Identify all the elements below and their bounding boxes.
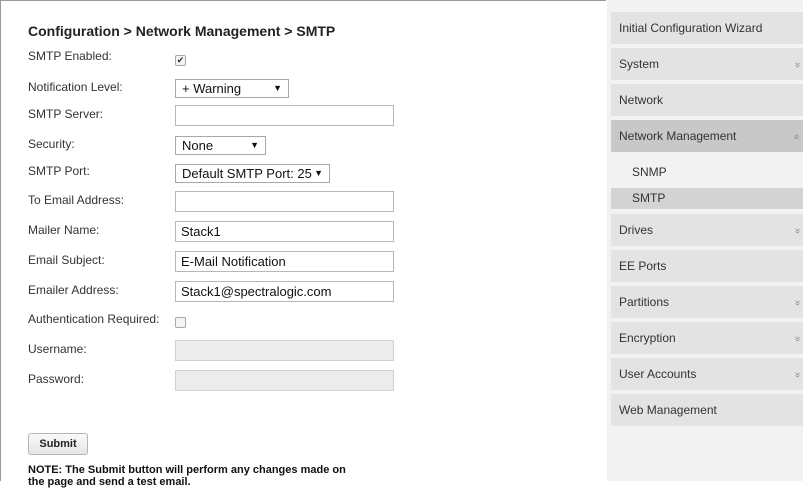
password-label: Password: (28, 372, 85, 386)
sidebar-item-web-management[interactable]: Web Management (611, 394, 803, 426)
notification-level-label: Notification Level: (28, 80, 123, 94)
chevron-down-icon[interactable]: » (790, 228, 803, 234)
username-input[interactable] (175, 340, 394, 361)
email-subject-label: Email Subject: (28, 253, 105, 267)
sidebar-item-system[interactable]: System » (611, 48, 803, 80)
sidebar-item-label: System (619, 57, 660, 71)
sidebar-item-initial-configuration-wizard[interactable]: Initial Configuration Wizard (611, 12, 803, 44)
sidebar-item-label: EE Ports (619, 259, 667, 273)
sidebar-item-network[interactable]: Network (611, 84, 803, 116)
mailer-name-label: Mailer Name: (28, 223, 100, 237)
chevron-down-icon[interactable]: » (790, 336, 803, 342)
sidebar-item-user-accounts[interactable]: User Accounts » (611, 358, 803, 390)
submit-button[interactable]: Submit (28, 433, 88, 455)
smtp-server-label: SMTP Server: (28, 107, 104, 121)
username-label: Username: (28, 342, 87, 356)
sidebar: Initial Configuration Wizard System » Ne… (607, 0, 803, 481)
sidebar-item-label: Partitions (619, 295, 670, 309)
page-title: Configuration > Network Management > SMT… (28, 23, 336, 39)
security-select[interactable]: None ▼ (175, 136, 266, 155)
smtp-enabled-label: SMTP Enabled: (28, 49, 112, 63)
chevron-down-icon[interactable]: » (790, 372, 803, 378)
chevron-down-icon[interactable]: » (790, 300, 803, 306)
chevron-up-icon[interactable]: » (790, 134, 803, 140)
sidebar-item-label: Web Management (619, 403, 717, 417)
sidebar-item-label: Network (619, 93, 664, 107)
sidebar-subitem-snmp[interactable]: SNMP (611, 162, 803, 183)
auth-required-label: Authentication Required: (28, 312, 160, 326)
sidebar-item-network-management[interactable]: Network Management » (611, 120, 803, 152)
sidebar-item-label: Drives (619, 223, 654, 237)
dropdown-arrow-icon: ▼ (250, 140, 259, 150)
sidebar-item-partitions[interactable]: Partitions » (611, 286, 803, 318)
main-panel: Configuration > Network Management > SMT… (0, 0, 606, 488)
security-value: None (182, 138, 214, 153)
security-label: Security: (28, 137, 75, 151)
to-email-label: To Email Address: (28, 193, 125, 207)
smtp-port-label: SMTP Port: (28, 164, 90, 178)
mailer-name-input[interactable]: Stack1 (175, 221, 394, 242)
sidebar-subitem-smtp[interactable]: SMTP (611, 188, 803, 209)
submit-note: NOTE: The Submit button will perform any… (28, 464, 346, 488)
sidebar-item-label: Encryption (619, 331, 676, 345)
dropdown-arrow-icon: ▼ (314, 168, 323, 178)
smtp-enabled-checkbox[interactable]: ✔ (175, 55, 186, 66)
emailer-address-label: Emailer Address: (28, 283, 119, 297)
sidebar-item-label: Network Management (619, 129, 737, 143)
notification-level-select[interactable]: + Warning ▼ (175, 79, 289, 98)
sidebar-item-ee-ports[interactable]: EE Ports (611, 250, 803, 282)
password-input[interactable] (175, 370, 394, 391)
email-subject-input[interactable]: E-Mail Notification (175, 251, 394, 272)
dropdown-arrow-icon: ▼ (273, 83, 282, 93)
auth-required-checkbox[interactable] (175, 317, 186, 328)
sidebar-item-drives[interactable]: Drives » (611, 214, 803, 246)
smtp-port-value: Default SMTP Port: 25 (182, 166, 312, 181)
sidebar-item-encryption[interactable]: Encryption » (611, 322, 803, 354)
chevron-down-icon[interactable]: » (790, 62, 803, 68)
smtp-server-input[interactable] (175, 105, 394, 126)
emailer-address-input[interactable]: Stack1@spectralogic.com (175, 281, 394, 302)
sidebar-item-label: Initial Configuration Wizard (619, 21, 763, 35)
sidebar-item-label: User Accounts (619, 367, 697, 381)
smtp-port-select[interactable]: Default SMTP Port: 25 ▼ (175, 164, 330, 183)
to-email-input[interactable] (175, 191, 394, 212)
notification-level-value: + Warning (182, 81, 242, 96)
